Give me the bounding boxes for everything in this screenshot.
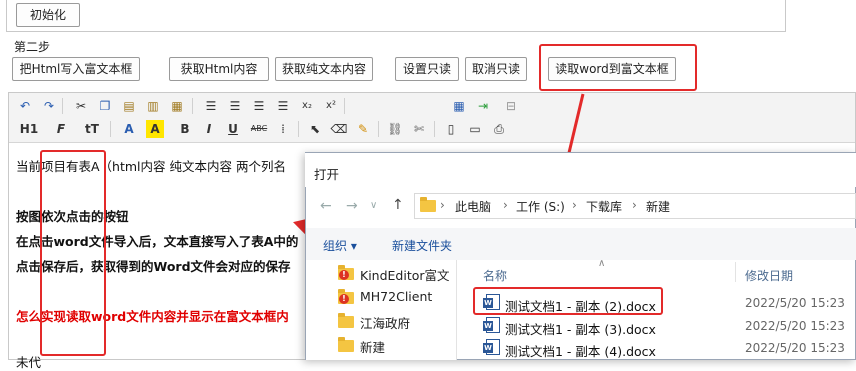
folder-icon [338, 313, 354, 328]
folder-icon [338, 337, 354, 352]
sort-up-icon: ∧ [598, 258, 606, 269]
word-doc-icon [483, 317, 500, 333]
tree-item-kindeditor[interactable]: KindEditor富文 [360, 265, 450, 285]
alert-icon: ! [339, 294, 349, 304]
file-row-date: 2022/5/20 15:23 [745, 341, 845, 355]
breadcrumb-drive[interactable]: 工作 (S:) [516, 198, 565, 215]
word-doc-icon [483, 339, 500, 355]
breadcrumb-this-pc[interactable]: 此电脑 [455, 198, 491, 215]
breadcrumb-new[interactable]: 新建 [646, 198, 670, 215]
chevron-down-icon[interactable]: ∨ [370, 200, 377, 211]
up-icon[interactable]: ↑ [392, 197, 404, 213]
chevron-right-icon: › [632, 198, 637, 212]
chevron-right-icon: › [503, 198, 508, 212]
column-header-name[interactable]: 名称 [483, 267, 507, 284]
column-header-date[interactable]: 修改日期 [745, 267, 793, 284]
chevron-right-icon: › [572, 198, 577, 212]
file-row-date: 2022/5/20 15:23 [745, 319, 845, 333]
forward-icon[interactable]: → [346, 198, 358, 214]
folder-icon [420, 197, 436, 212]
command-bar [306, 228, 856, 260]
column-divider [735, 262, 736, 282]
tree-item-jianghai[interactable]: 江海政府 [360, 313, 410, 333]
highlight-box-file [473, 287, 663, 315]
back-icon[interactable]: ← [320, 198, 332, 214]
organize-button[interactable]: 组织 ▾ [323, 237, 357, 254]
breadcrumb-downloads[interactable]: 下载库 [586, 198, 622, 215]
file-row-date: 2022/5/20 15:23 [745, 296, 845, 310]
dialog-title: 打开 [314, 167, 340, 182]
chevron-right-icon: › [440, 198, 445, 212]
alert-icon: ! [339, 270, 349, 280]
tree-item-mh72client[interactable]: MH72Client [360, 289, 432, 309]
new-folder-button[interactable]: 新建文件夹 [392, 237, 452, 254]
tree-item-new[interactable]: 新建 [360, 337, 385, 357]
file-row-name[interactable]: 测试文档1 - 副本 (3).docx [505, 319, 656, 338]
dialog-titlebar [305, 153, 856, 187]
file-row-name[interactable]: 测试文档1 - 副本 (4).docx [505, 341, 656, 360]
pane-divider [456, 260, 457, 360]
